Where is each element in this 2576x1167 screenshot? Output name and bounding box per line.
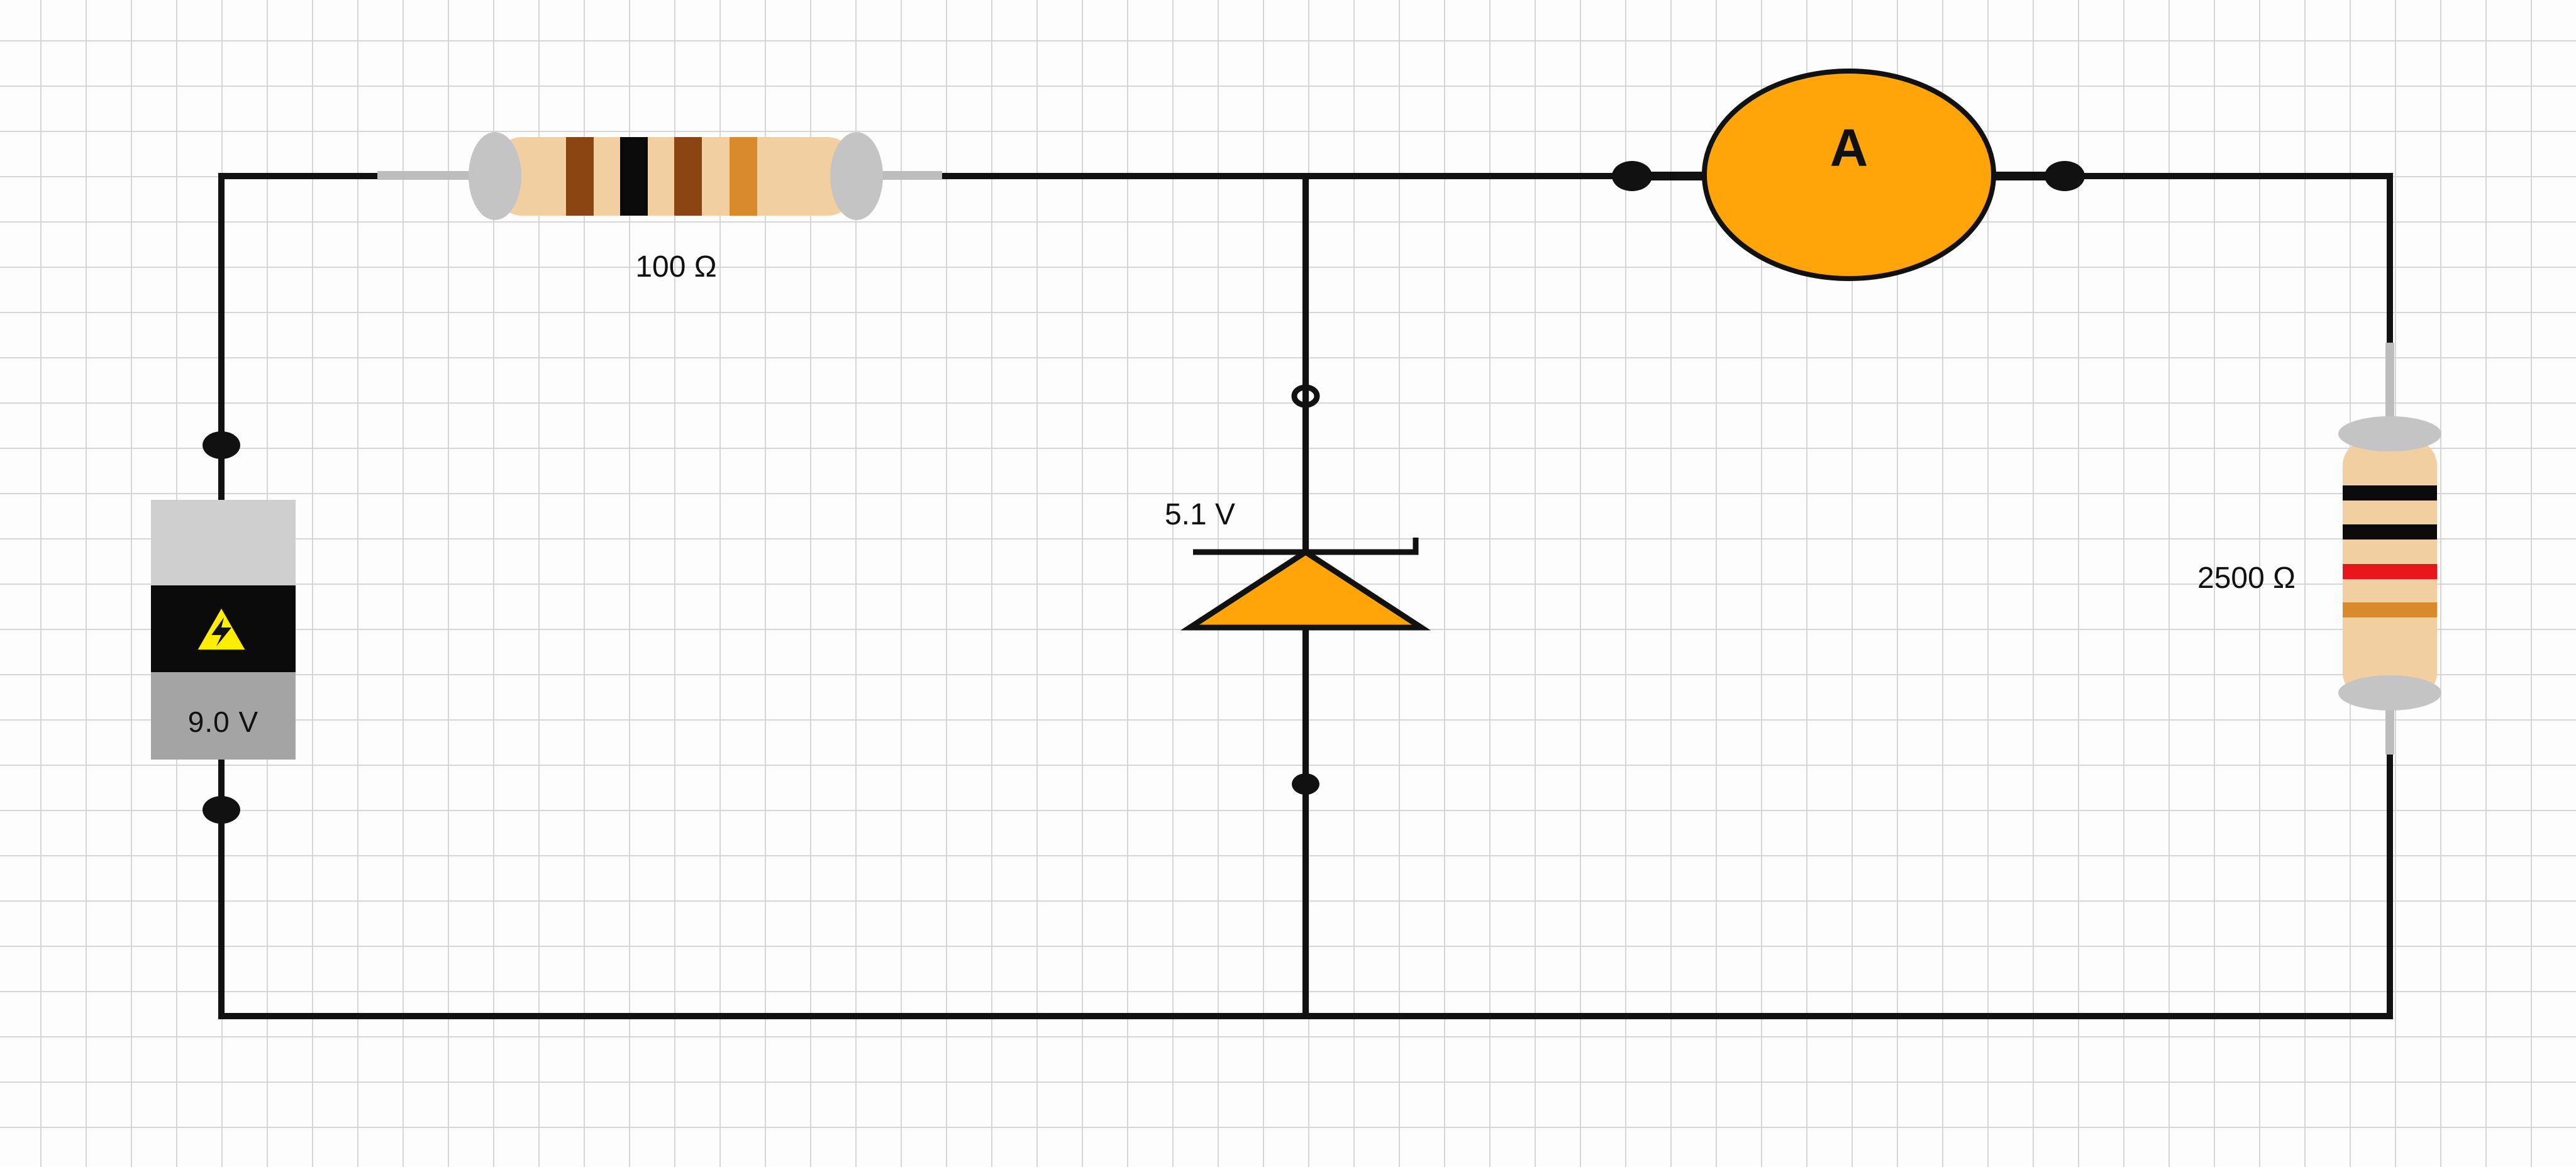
- ammeter-lead-left: [1632, 172, 1707, 180]
- resistor-100-band-2: [620, 137, 648, 216]
- resistor-100-lead-left: [377, 171, 478, 180]
- resistor-2500-cap-bottom: [2338, 675, 2441, 711]
- ammeter-symbol: A: [1830, 118, 1868, 177]
- circuit-diagram: 9.0 V 100 Ω 5.1 V A 2500 Ω: [151, 69, 2441, 1019]
- node-battery-top: [203, 431, 240, 459]
- zener-diode[interactable]: 5.1 V: [1165, 498, 1431, 631]
- node-battery-bottom: [203, 796, 240, 824]
- resistor-2500-band-3: [2343, 564, 2437, 579]
- node-zener-bottom: [1292, 773, 1319, 795]
- battery-voltage-label: 9.0 V: [188, 705, 258, 738]
- resistor-100-cap-left: [469, 132, 521, 220]
- resistor-2500-label: 2500 Ω: [2197, 561, 2296, 595]
- resistor-100-cap-right: [830, 132, 883, 220]
- resistor-100-label: 100 Ω: [635, 250, 716, 284]
- resistor-100-ohm[interactable]: 100 Ω: [377, 132, 942, 284]
- resistor-2500-band-2: [2343, 524, 2437, 539]
- resistor-100-band-4: [730, 137, 757, 216]
- zener-voltage-label: 5.1 V: [1165, 498, 1235, 531]
- resistor-2500-cap-top: [2338, 416, 2441, 451]
- battery-top-cap: [151, 500, 296, 587]
- resistor-100-band-3: [674, 137, 702, 216]
- resistor-2500-ohm[interactable]: 2500 Ω: [2197, 343, 2441, 755]
- zener-triangle: [1180, 548, 1431, 631]
- ammeter-lead-right: [1992, 172, 2068, 180]
- wire-top-right-c: [2062, 173, 2393, 346]
- resistor-2500-band-4: [2343, 602, 2437, 617]
- ammeter[interactable]: A: [1632, 69, 2068, 281]
- battery[interactable]: 9.0 V: [151, 500, 296, 760]
- resistor-100-band-1: [566, 137, 594, 216]
- resistor-2500-band-1: [2343, 485, 2437, 501]
- circuit-canvas: 9.0 V 100 Ω 5.1 V A 2500 Ω: [0, 0, 2576, 1167]
